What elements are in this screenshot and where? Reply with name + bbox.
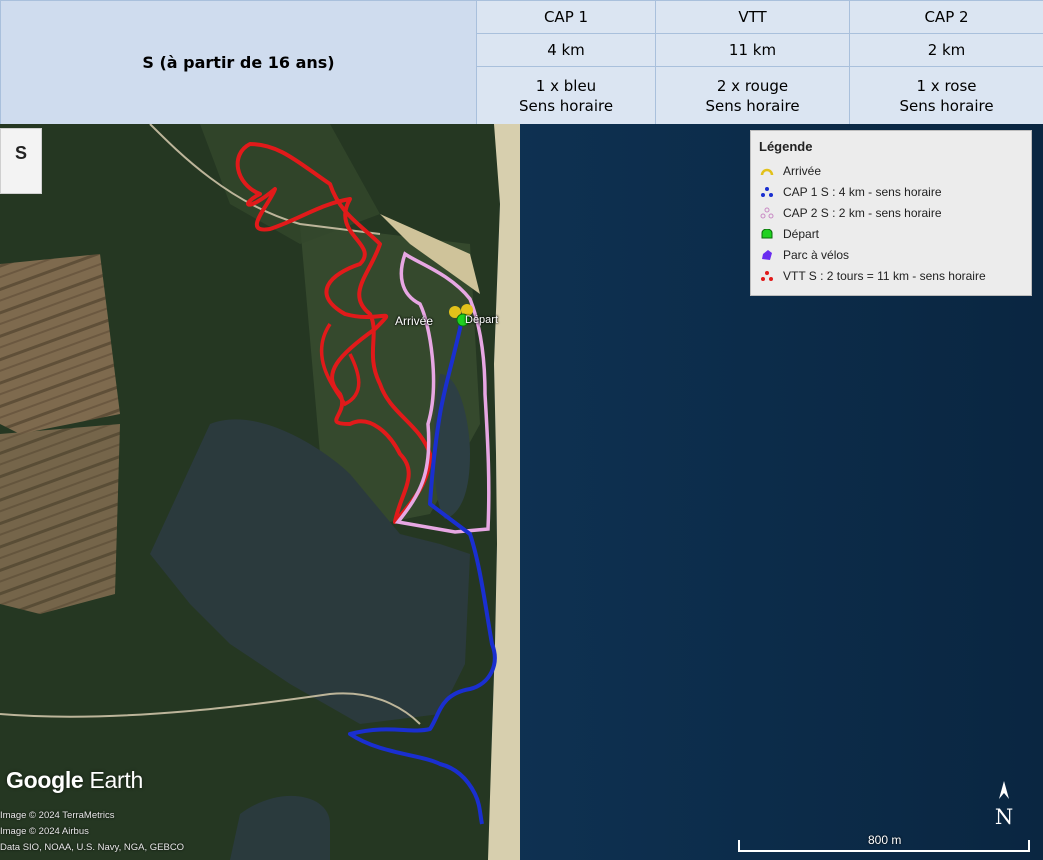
north-arrow-icon [999, 781, 1009, 799]
cap1-route-icon [759, 185, 775, 199]
cap2-route-icon [759, 206, 775, 220]
compass-north-label: N [994, 805, 1014, 829]
logo-brand: Google [6, 767, 84, 793]
cap2-laps: 1 x rose [916, 76, 977, 95]
legend-label: CAP 1 S : 4 km - sens horaire [783, 184, 942, 199]
legend-item-departure: Départ [759, 223, 1031, 244]
cap2-distance: 2 km [849, 33, 1043, 67]
legend-title: Légende [759, 139, 813, 154]
cap1-details: 1 x bleu Sens horaire [476, 66, 656, 125]
vtt-laps: 2 x rouge [716, 76, 789, 95]
data-credit: Data SIO, NOAA, U.S. Navy, NGA, GEBCO [0, 842, 185, 853]
satellite-map[interactable]: S Arrivée Départ Légende Arrivée CAP 1 S… [0, 124, 1043, 860]
compass: N [992, 780, 1016, 830]
course-sheet: S (à partir de 16 ans) CAP 1 VTT CAP 2 4… [0, 0, 1043, 860]
scale-label: 800 m [868, 833, 902, 847]
cap1-direction: Sens horaire [518, 96, 614, 115]
departure-label: Départ [465, 314, 499, 326]
legend-item-bike-park: Parc à vélos [759, 244, 1031, 265]
image-credit-2: Image © 2024 Airbus [0, 826, 89, 837]
course-table: S (à partir de 16 ans) CAP 1 VTT CAP 2 4… [0, 0, 1043, 125]
cap1-distance: 4 km [476, 33, 656, 67]
scale-tick-right [1028, 840, 1030, 852]
legend-label: Parc à vélos [783, 247, 850, 262]
legend-panel: Légende Arrivée CAP 1 S : 4 km - sens ho… [750, 130, 1032, 296]
cap1-laps: 1 x bleu [535, 76, 597, 95]
image-credit-1: Image © 2024 TerraMetrics [0, 810, 115, 821]
arrival-label: Arrivée [395, 314, 434, 328]
cap2-header: CAP 2 [849, 0, 1043, 34]
legend-label: Arrivée [783, 163, 822, 178]
category-badge: S [0, 128, 42, 194]
legend-label: VTT S : 2 tours = 11 km - sens horaire [783, 268, 986, 283]
cap2-direction: Sens horaire [899, 96, 994, 115]
scale-tick-left [738, 840, 740, 852]
vtt-direction: Sens horaire [705, 96, 800, 115]
vtt-header: VTT [655, 0, 850, 34]
legend-item-arrival: Arrivée [759, 160, 1031, 181]
cap2-details: 1 x rose Sens horaire [849, 66, 1043, 125]
legend-item-cap1: CAP 1 S : 4 km - sens horaire [759, 181, 1031, 202]
logo-product: Earth [89, 767, 144, 793]
legend-label: Départ [783, 226, 820, 241]
arrival-marker-icon [759, 164, 775, 178]
bike-park-icon [759, 248, 775, 262]
vtt-details: 2 x rouge Sens horaire [655, 66, 850, 125]
legend-label: CAP 2 S : 2 km - sens horaire [783, 205, 942, 220]
legend-item-vtt: VTT S : 2 tours = 11 km - sens horaire [759, 265, 1031, 286]
category-cell: S (à partir de 16 ans) [0, 0, 477, 125]
scale-bar: 800 m [738, 830, 1030, 852]
cap1-header: CAP 1 [476, 0, 656, 34]
legend-item-cap2: CAP 2 S : 2 km - sens horaire [759, 202, 1031, 223]
google-earth-logo: Google Earth [6, 767, 143, 794]
vtt-distance: 11 km [655, 33, 850, 67]
scale-line [738, 850, 1030, 852]
departure-marker-icon [759, 227, 775, 241]
vtt-route-icon [759, 269, 775, 283]
